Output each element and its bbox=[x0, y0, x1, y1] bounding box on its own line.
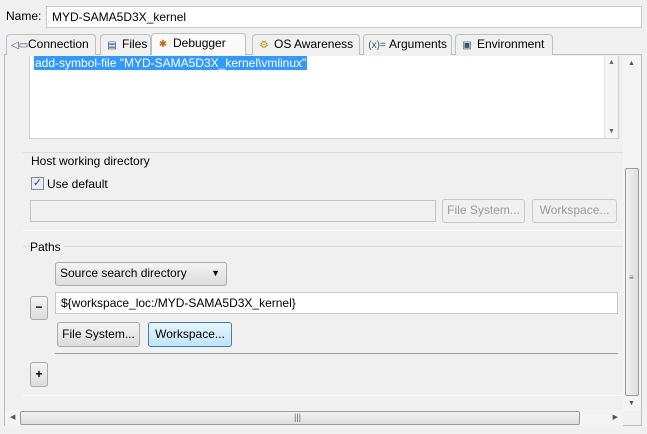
arguments-icon: (x)= bbox=[368, 40, 386, 51]
path-type-value: Source search directory bbox=[60, 266, 187, 280]
scroll-down-icon[interactable]: ▼ bbox=[608, 128, 615, 135]
chevron-down-icon: ▼ bbox=[211, 268, 220, 278]
grip-icon: ≡ bbox=[629, 273, 634, 282]
tab-label: Debugger bbox=[173, 36, 226, 50]
path-file-system-button[interactable]: File System... bbox=[57, 322, 140, 347]
tab-arguments[interactable]: (x)= Arguments bbox=[363, 34, 452, 55]
scroll-up-icon[interactable]: ▲ bbox=[608, 59, 615, 66]
vertical-scrollbar[interactable]: ▲ ≡ ▼ bbox=[623, 56, 641, 411]
horizontal-scrollbar-thumb[interactable]: ||| bbox=[20, 411, 580, 425]
bug-icon: ✱ bbox=[158, 39, 168, 50]
horizontal-scrollbar[interactable]: ◀ ||| ▶ bbox=[5, 410, 623, 426]
tab-connection[interactable]: ◁▭Connection bbox=[6, 34, 96, 55]
environment-icon: ▣ bbox=[462, 40, 472, 51]
textarea-scrollbar[interactable]: ▲ ▼ bbox=[604, 56, 618, 138]
tab-os-awareness[interactable]: ⚙ OS Awareness bbox=[252, 34, 360, 55]
selected-command-text: add-symbol-file "MYD-SAMA5D3X_kernel\vml… bbox=[34, 56, 308, 70]
tab-files[interactable]: ▤ Files bbox=[100, 34, 151, 55]
name-input[interactable]: MYD-SAMA5D3X_kernel bbox=[46, 6, 642, 28]
host-file-system-button[interactable]: File System... bbox=[442, 199, 525, 223]
tab-environment[interactable]: ▣ Environment bbox=[455, 34, 553, 55]
tab-label: Environment bbox=[477, 37, 545, 51]
paths-title: Paths bbox=[30, 240, 64, 254]
scroll-left-icon[interactable]: ◀ bbox=[10, 413, 15, 421]
scroll-down-icon[interactable]: ▼ bbox=[628, 400, 635, 407]
commands-textarea[interactable]: add-symbol-file "MYD-SAMA5D3X_kernel\vml… bbox=[29, 56, 619, 139]
host-workspace-button[interactable]: Workspace... bbox=[532, 199, 617, 223]
path-type-select[interactable]: Source search directory ▼ bbox=[55, 262, 227, 286]
name-label: Name: bbox=[6, 9, 42, 23]
remove-path-button[interactable]: − bbox=[30, 296, 48, 320]
tab-debugger[interactable]: ✱ Debugger bbox=[151, 33, 246, 55]
scroll-up-icon[interactable]: ▲ bbox=[628, 60, 635, 67]
files-icon: ▤ bbox=[107, 40, 117, 51]
gears-icon: ⚙ bbox=[259, 40, 269, 51]
tab-label: Files bbox=[122, 37, 148, 51]
use-default-label: Use default bbox=[47, 177, 108, 191]
scroll-right-icon[interactable]: ▶ bbox=[613, 413, 618, 421]
path-workspace-button[interactable]: Workspace... bbox=[148, 322, 232, 347]
path-input[interactable]: ${workspace_loc:/MYD-SAMA5D3X_kernel} bbox=[55, 292, 618, 314]
working-directory-input[interactable] bbox=[30, 200, 436, 222]
host-working-directory-title: Host working directory bbox=[31, 154, 153, 168]
tab-label: Connection bbox=[28, 37, 89, 51]
tab-label: Arguments bbox=[389, 37, 448, 51]
add-path-button[interactable]: + bbox=[30, 362, 48, 387]
vertical-scrollbar-thumb[interactable]: ≡ bbox=[625, 168, 639, 396]
grip-icon: ||| bbox=[294, 412, 302, 422]
tab-label: OS Awareness bbox=[274, 37, 354, 51]
path-separator bbox=[55, 353, 618, 354]
use-default-checkbox[interactable]: ✓ bbox=[31, 177, 44, 190]
connection-icon: ◁▭ bbox=[11, 40, 29, 51]
